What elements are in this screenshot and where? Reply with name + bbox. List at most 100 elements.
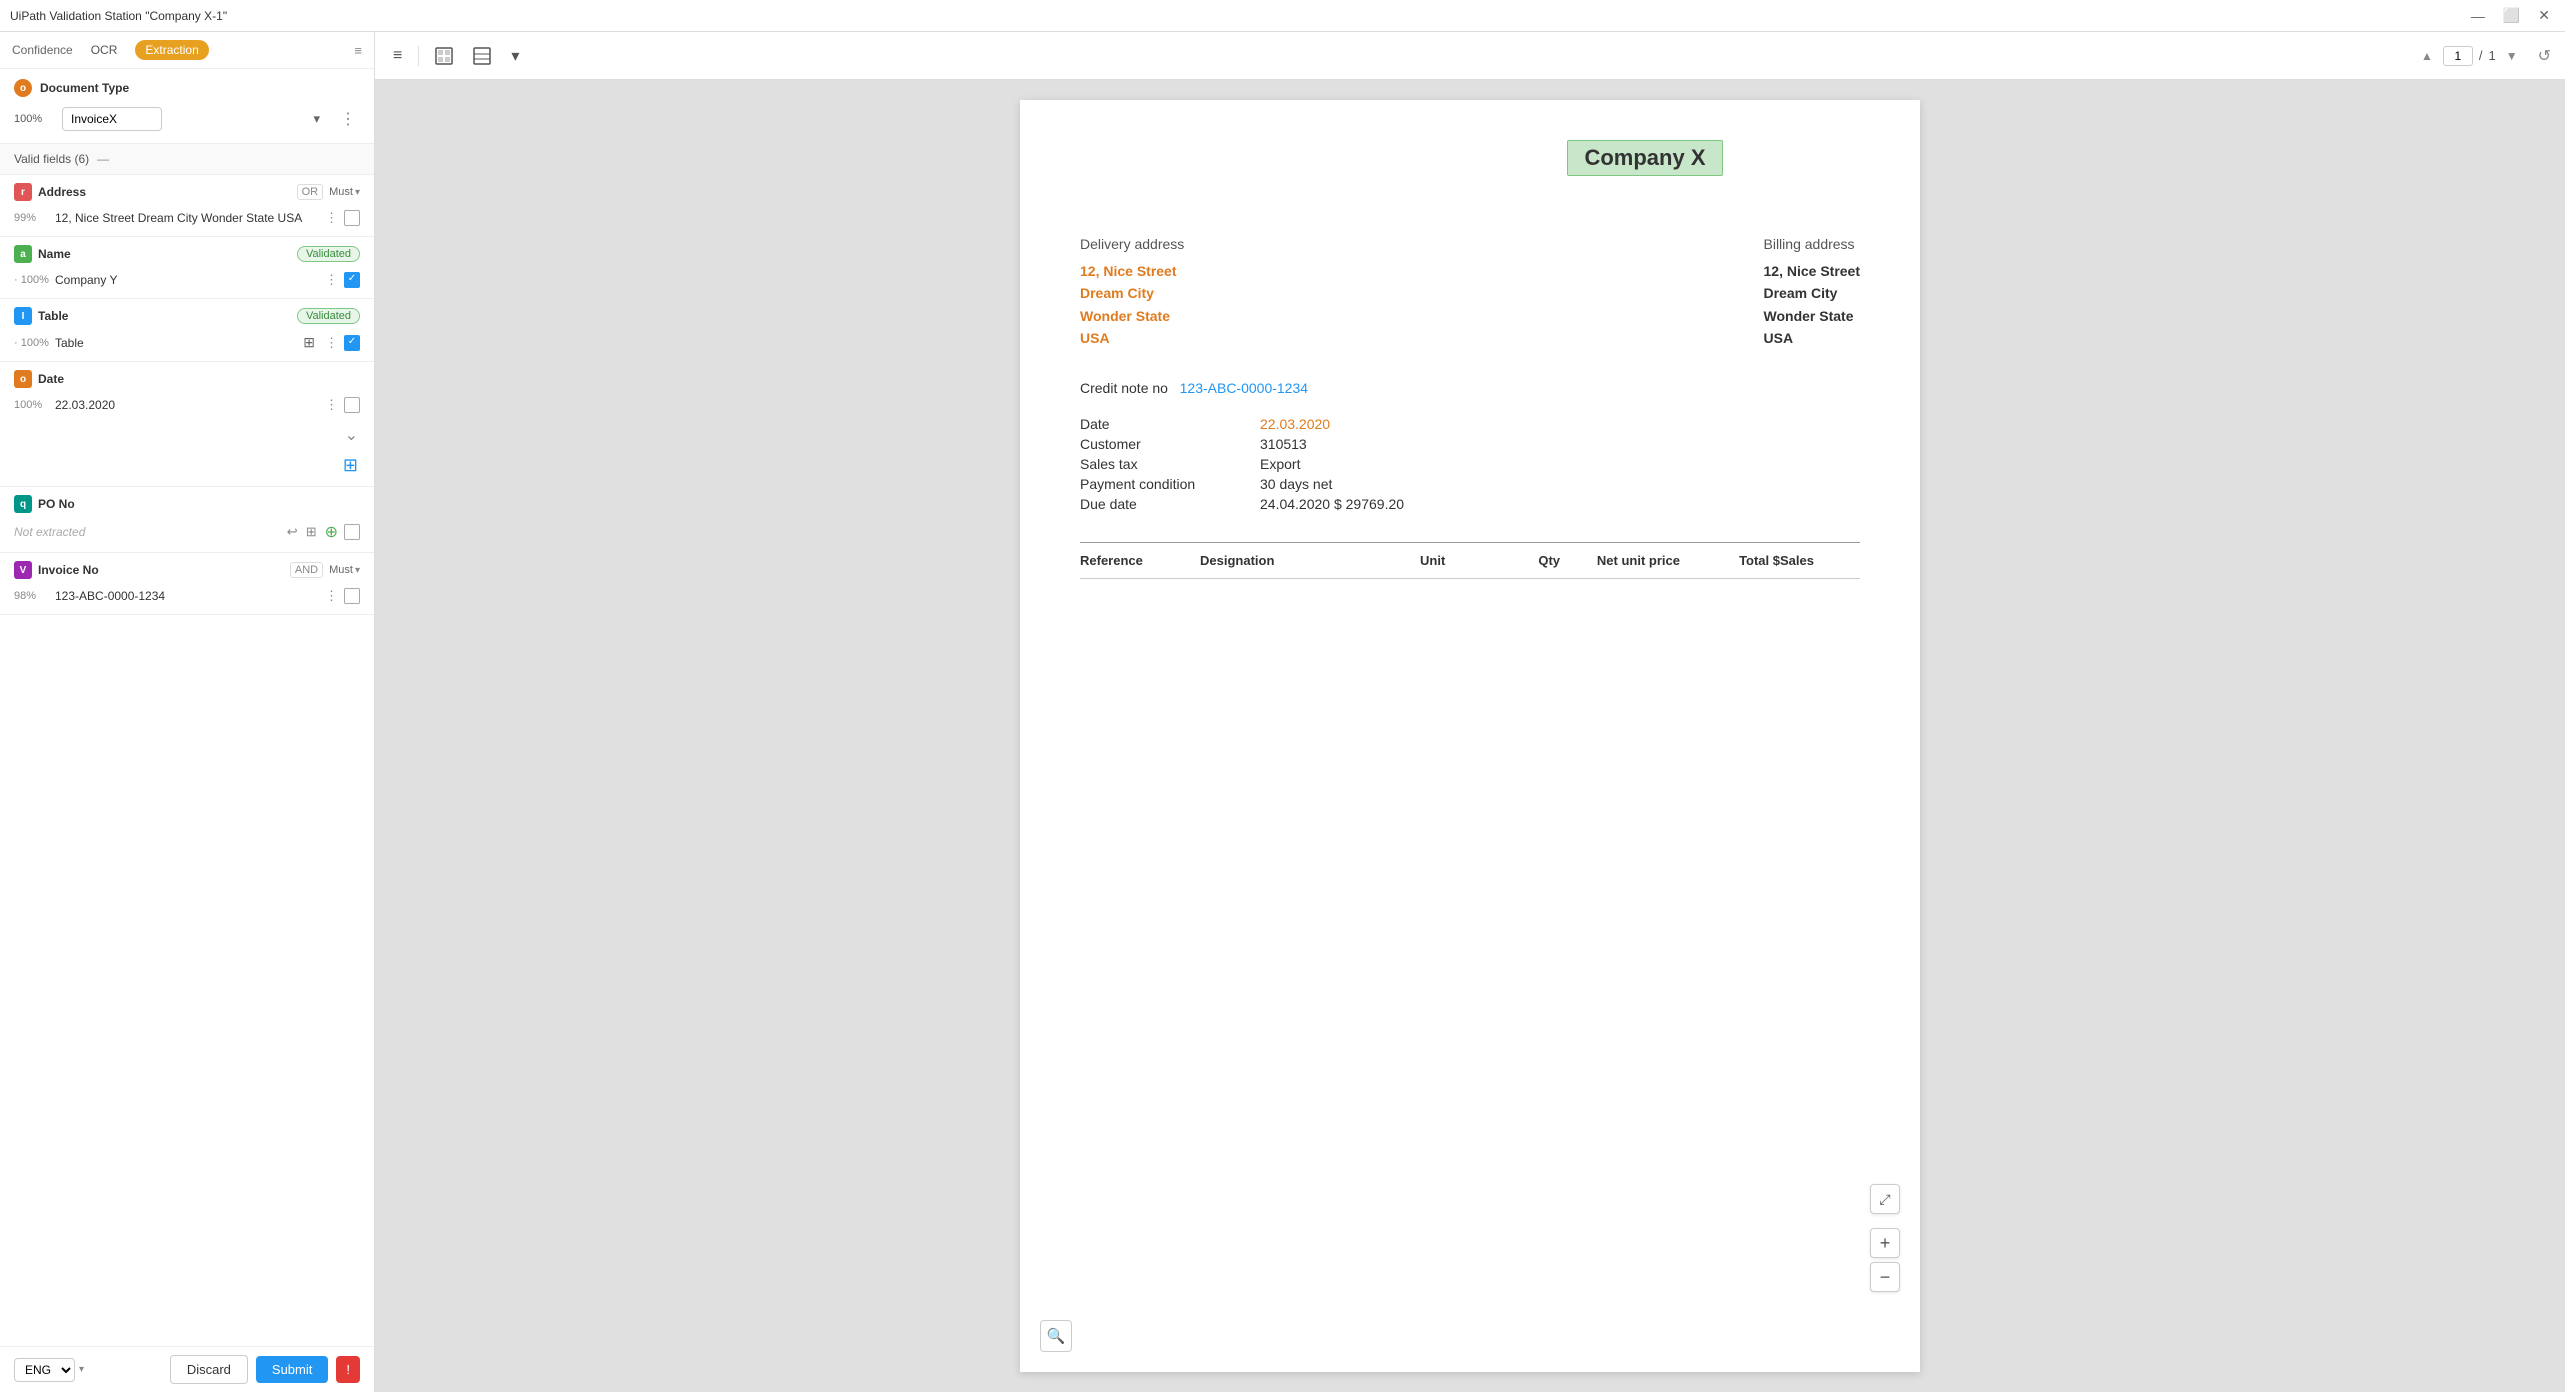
zoom-out-button[interactable]: − (1870, 1262, 1900, 1292)
prev-page-button[interactable]: ▲ (2417, 47, 2437, 65)
doc-detail-customer: Customer 310513 (1080, 436, 1860, 452)
field-more-button-name[interactable]: ⋮ (323, 270, 340, 290)
col-header-total: Total $ (1680, 553, 1780, 568)
field-actions-table: ⋮ (323, 333, 360, 353)
image-view-button[interactable] (431, 43, 457, 69)
delivery-address-text: 12, Nice StreetDream CityWonder StateUSA (1080, 260, 1184, 350)
field-icon-address: r (14, 183, 32, 201)
billing-address-block: Billing address 12, Nice StreetDream Cit… (1764, 236, 1861, 350)
field-conf-invoiceno: 98% (14, 590, 49, 602)
must-badge-invoiceno[interactable]: Must ▾ (329, 564, 360, 576)
doc-type-kebab-button[interactable]: ⋮ (336, 105, 360, 133)
field-checkbox-name[interactable] (344, 272, 360, 288)
error-button[interactable]: ! (336, 1356, 360, 1383)
detail-value-customer: 310513 (1260, 436, 1307, 452)
doc-detail-paymentcond: Payment condition 30 days net (1080, 476, 1860, 492)
field-icon-table: I (14, 307, 32, 325)
table-grid-button[interactable]: ⊞ (301, 332, 317, 353)
billing-address-label: Billing address (1764, 236, 1861, 252)
close-button[interactable]: ✕ (2533, 5, 2555, 26)
discard-button[interactable]: Discard (170, 1355, 248, 1384)
add-value-button-pono[interactable]: ⊞ (304, 522, 319, 542)
right-panel: ≡ ▾ ▲ (375, 32, 2565, 1392)
field-value-invoiceno: 123-ABC-0000-1234 (55, 589, 317, 603)
doc-details-table: Date 22.03.2020 Customer 310513 Sales ta… (1080, 416, 1860, 512)
field-value-address: 12, Nice Street Dream City Wonder State … (55, 211, 317, 225)
page-nav: ▲ / 1 ▼ ↺ (2417, 46, 2551, 66)
viewer-toolbar: ≡ ▾ ▲ (375, 32, 2565, 80)
field-not-extracted-pono: Not extracted (14, 525, 279, 539)
detail-label-paymentcond: Payment condition (1080, 476, 1240, 492)
detail-label-duedate: Due date (1080, 496, 1240, 512)
field-conf-table: · 100% (14, 337, 49, 349)
doc-detail-salestax: Sales tax Export (1080, 456, 1860, 472)
ocr-tab[interactable]: OCR (83, 40, 126, 60)
field-actions-name: ⋮ (323, 270, 360, 290)
field-header-invoiceno: V Invoice No AND Must ▾ (0, 553, 374, 583)
field-value-row-name: · 100% Company Y ⋮ (0, 267, 374, 298)
company-name-box: Company X (1567, 140, 1722, 176)
field-checkbox-address[interactable] (344, 210, 360, 226)
lang-chevron-icon: ▾ (79, 1364, 84, 1375)
extraction-tab[interactable]: Extraction (135, 40, 208, 60)
credit-note-number: 123-ABC-0000-1234 (1180, 380, 1308, 396)
field-more-button-date[interactable]: ⋮ (323, 395, 340, 415)
delivery-address-label: Delivery address (1080, 236, 1184, 252)
col-header-designation: Designation (1200, 553, 1420, 568)
lang-select-wrapper: ENG ▾ (14, 1358, 84, 1382)
field-name-date: Date (38, 372, 360, 386)
chevron-down-date[interactable]: ⌄ (343, 423, 360, 447)
field-icon-pono: q (14, 495, 32, 513)
addresses-row: Delivery address 12, Nice StreetDream Ci… (1080, 236, 1860, 350)
refresh-button[interactable]: ↺ (2538, 46, 2551, 66)
field-checkbox-invoiceno[interactable] (344, 588, 360, 604)
collapse-icon[interactable]: — (97, 152, 109, 166)
field-icon-date: o (14, 370, 32, 388)
undo-button-pono[interactable]: ↩ (285, 522, 300, 542)
search-icon-button[interactable]: 🔍 (1040, 1320, 1072, 1352)
page-separator: / (2479, 48, 2483, 63)
field-checkbox-date[interactable] (344, 397, 360, 413)
doc-type-select[interactable]: InvoiceX Invoice CreditNote PurchaseOrde… (62, 107, 162, 131)
field-value-date: 22.03.2020 (55, 398, 317, 412)
layout-chevron-button[interactable]: ▾ (507, 42, 523, 70)
confidence-tab[interactable]: Confidence (12, 43, 73, 57)
field-more-button-invoiceno[interactable]: ⋮ (323, 586, 340, 606)
field-name-address: Address (38, 185, 291, 199)
operator-badge-invoiceno: AND (290, 562, 323, 578)
field-group-pono: q PO No Not extracted ↩ ⊞ ⊕ (0, 487, 374, 553)
document-page: Company X Delivery address 12, Nice Stre… (1020, 100, 1920, 1372)
col-header-unit: Unit (1420, 553, 1500, 568)
field-more-button-table[interactable]: ⋮ (323, 333, 340, 353)
detail-value-date: 22.03.2020 (1260, 416, 1330, 432)
lang-select[interactable]: ENG (14, 1358, 75, 1382)
filter-icon[interactable]: ≡ (354, 43, 362, 58)
submit-button[interactable]: Submit (256, 1356, 328, 1383)
detail-value-duedate: 24.04.2020 $ 29769.20 (1260, 496, 1404, 512)
document-area: Company X Delivery address 12, Nice Stre… (375, 80, 2565, 1392)
valid-fields-text: Valid fields (6) (14, 152, 89, 166)
next-page-button[interactable]: ▼ (2502, 47, 2522, 65)
validated-badge-name: Validated (297, 246, 360, 262)
bottom-bar: ENG ▾ Discard Submit ! (0, 1346, 374, 1392)
minimize-button[interactable]: — (2466, 5, 2490, 26)
field-checkbox-pono[interactable] (344, 524, 360, 540)
expand-button[interactable]: ⤢ (1870, 1184, 1900, 1214)
menu-icon-button[interactable]: ≡ (389, 43, 406, 69)
maximize-button[interactable]: ⬜ (2498, 5, 2525, 26)
page-total: 1 (2488, 48, 2495, 63)
must-badge-address[interactable]: Must ▾ (329, 186, 360, 198)
app-container: Confidence OCR Extraction ≡ o Document T… (0, 32, 2565, 1392)
field-group-date: o Date 100% 22.03.2020 ⋮ ⌄ ⊞ (0, 362, 374, 487)
field-more-button-address[interactable]: ⋮ (323, 208, 340, 228)
page-number-input[interactable] (2443, 46, 2473, 66)
field-checkbox-table[interactable] (344, 335, 360, 351)
detail-label-salestax: Sales tax (1080, 456, 1240, 472)
doc-detail-duedate: Due date 24.04.2020 $ 29769.20 (1080, 496, 1860, 512)
left-panel: Confidence OCR Extraction ≡ o Document T… (0, 32, 375, 1392)
zoom-in-button[interactable]: + (1870, 1228, 1900, 1258)
field-group-name: a Name Validated · 100% Company Y ⋮ (0, 237, 374, 299)
add-field-inline-button[interactable]: ⊞ (341, 453, 360, 478)
layout-view-button[interactable] (469, 43, 495, 69)
add-item-button-pono[interactable]: ⊕ (323, 520, 340, 544)
